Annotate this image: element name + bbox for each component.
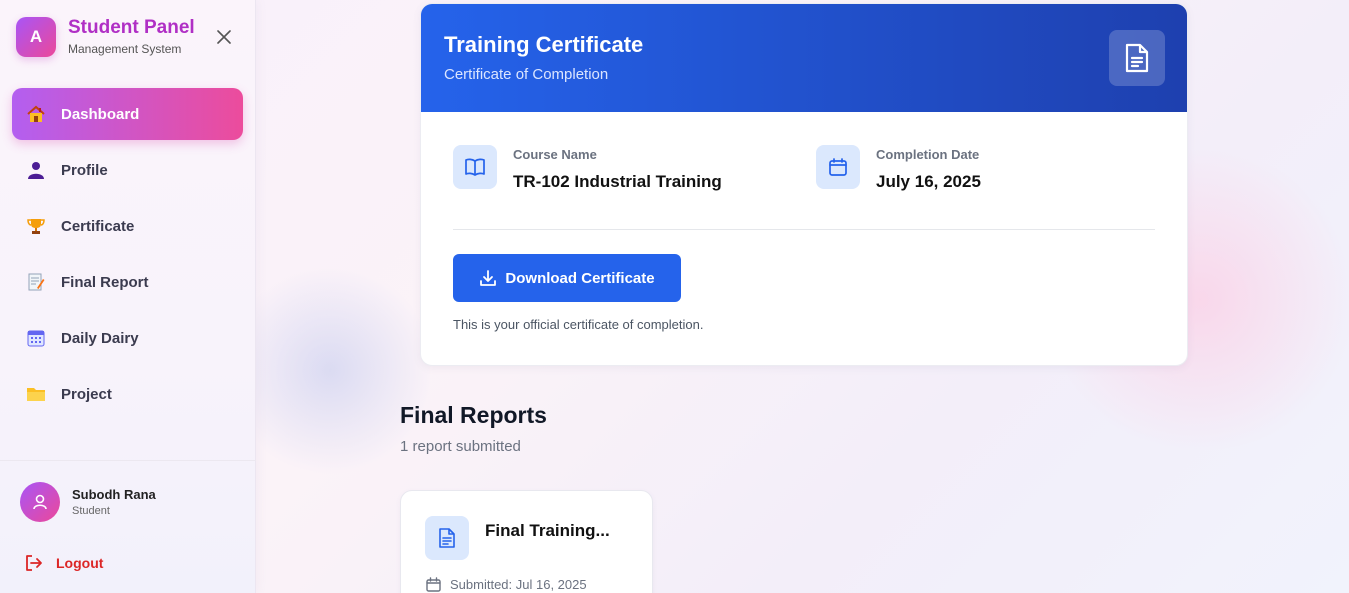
- divider: [453, 229, 1155, 230]
- avatar: [20, 482, 60, 522]
- sidebar-item-label: Final Report: [61, 273, 149, 291]
- calendar-icon: [829, 158, 847, 176]
- logout-label: Logout: [56, 555, 104, 571]
- sidebar-item-label: Daily Dairy: [61, 329, 139, 347]
- sidebar-item-label: Certificate: [61, 217, 135, 235]
- brand-subtitle: Management System: [68, 41, 182, 56]
- sidebar-item-profile[interactable]: Profile: [12, 144, 243, 196]
- certificate-subtitle: Certificate of Completion: [444, 66, 609, 83]
- certificate-title: Training Certificate: [444, 32, 644, 57]
- sidebar-item-certificate[interactable]: Certificate: [12, 200, 243, 252]
- brand-title: Student Panel: [68, 17, 195, 39]
- certificate-card: Training Certificate Certificate of Comp…: [420, 3, 1188, 366]
- book-icon: [465, 158, 485, 176]
- close-sidebar-button[interactable]: [214, 27, 234, 47]
- brand-logo: A: [16, 17, 56, 57]
- memo-icon: [26, 272, 46, 292]
- download-label: Download Certificate: [505, 269, 655, 287]
- document-icon-badge: [425, 516, 469, 560]
- report-submitted-text: Submitted: Jul 16, 2025: [450, 577, 587, 592]
- sidebar-item-label: Dashboard: [61, 105, 140, 123]
- report-card[interactable]: Final Training... Submitted: Jul 16, 202…: [400, 490, 653, 593]
- user-role: Student: [72, 505, 110, 517]
- user-name: Subodh Rana: [72, 487, 156, 502]
- reports-count: 1 report submitted: [400, 438, 521, 455]
- certificate-note: This is your official certificate of com…: [453, 317, 704, 332]
- person-icon: [26, 160, 46, 180]
- brand: A Student Panel Management System: [16, 17, 195, 57]
- trophy-icon: [26, 216, 46, 236]
- sidebar-item-label: Project: [61, 385, 112, 403]
- document-icon: [1125, 43, 1149, 73]
- sidebar-item-daily-dairy[interactable]: Daily Dairy: [12, 312, 243, 364]
- book-icon-badge: [453, 145, 497, 189]
- reports-title: Final Reports: [400, 402, 547, 428]
- close-icon: [217, 30, 231, 44]
- download-certificate-button[interactable]: Download Certificate: [453, 254, 681, 302]
- sidebar-item-label: Profile: [61, 161, 108, 179]
- sidebar-item-project[interactable]: Project: [12, 368, 243, 420]
- logout-button[interactable]: Logout: [24, 554, 103, 572]
- sidebar-divider: [0, 460, 256, 461]
- course-value: TR-102 Industrial Training: [513, 172, 722, 191]
- document-icon: [439, 528, 455, 548]
- completion-date-info: Completion Date July 16, 2025: [816, 145, 981, 192]
- sidebar-item-final-report[interactable]: Final Report: [12, 256, 243, 308]
- logout-icon: [26, 555, 42, 571]
- calendar-grid-icon: [26, 328, 46, 348]
- calendar-icon: [426, 577, 441, 592]
- sidebar-item-dashboard[interactable]: Dashboard: [12, 88, 243, 140]
- course-label: Course Name: [513, 147, 597, 162]
- course-info: Course Name TR-102 Industrial Training: [453, 145, 722, 192]
- sidebar-nav: Dashboard Profile Certificate Final Repo…: [12, 88, 243, 424]
- sidebar: A Student Panel Management System Dashbo…: [0, 0, 256, 593]
- folder-icon: [26, 384, 46, 404]
- report-submitted-date: Submitted: Jul 16, 2025: [426, 577, 587, 592]
- user-profile[interactable]: Subodh Rana Student: [20, 482, 156, 522]
- report-name: Final Training...: [485, 521, 610, 540]
- house-icon: [26, 104, 46, 124]
- certificate-header: Training Certificate Certificate of Comp…: [421, 4, 1187, 112]
- date-label: Completion Date: [876, 147, 980, 162]
- document-icon-badge: [1109, 30, 1165, 86]
- user-icon: [33, 494, 47, 510]
- date-value: July 16, 2025: [876, 172, 981, 191]
- calendar-icon-badge: [816, 145, 860, 189]
- download-icon: [480, 270, 497, 286]
